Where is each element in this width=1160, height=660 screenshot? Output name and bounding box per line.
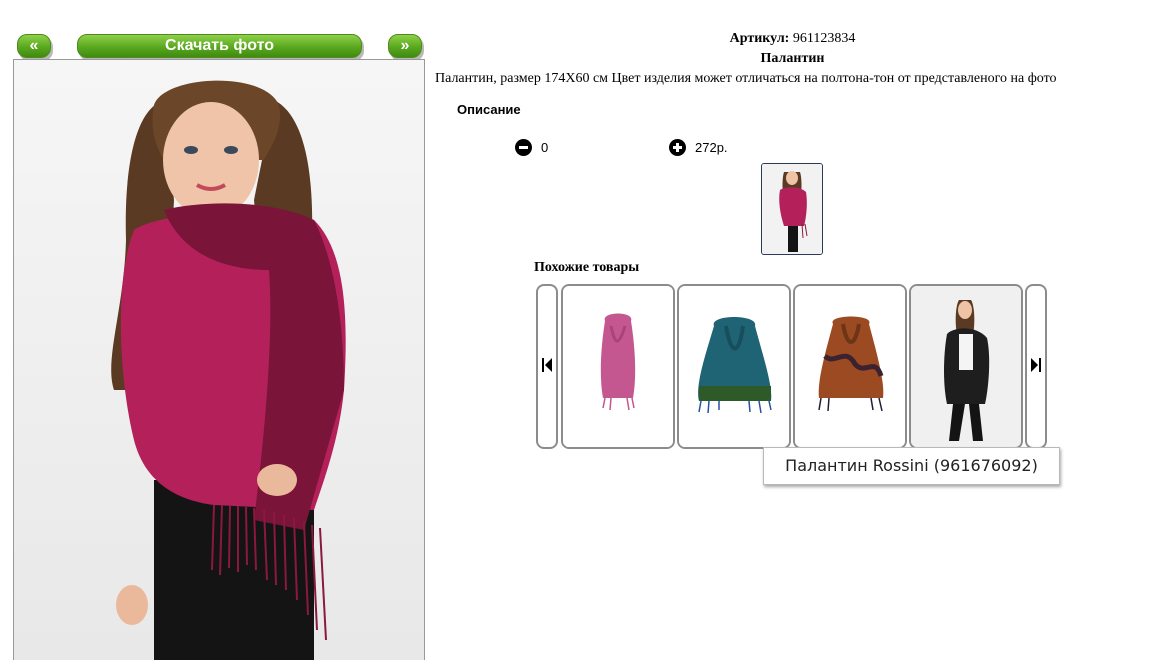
description-header: Описание — [457, 102, 521, 117]
product-name: Палантин — [760, 51, 825, 66]
article-line: Артикул: 961123834 — [620, 31, 965, 47]
brown-scarf-image — [795, 286, 905, 447]
pink-scarf-image — [563, 286, 673, 447]
prev-photo-button[interactable]: « — [17, 34, 51, 58]
similar-products-title: Похожие товары — [534, 260, 640, 275]
skip-back-icon — [542, 358, 552, 372]
article-value: 961123834 — [792, 31, 856, 46]
carousel-prev-button[interactable] — [536, 284, 558, 449]
plus-icon[interactable] — [669, 139, 686, 156]
black-scarf-model-image — [911, 286, 1021, 447]
model-scarf-image — [14, 60, 424, 660]
download-photo-button[interactable]: Скачать фото — [77, 34, 362, 58]
product-description: Палантин, размер 174Х60 см Цвет изделия … — [435, 71, 1057, 86]
minus-icon[interactable] — [515, 139, 532, 156]
similar-product-item[interactable] — [677, 284, 791, 449]
product-tooltip: Палантин Rossini (961676092) — [763, 447, 1060, 485]
similar-product-item[interactable] — [793, 284, 907, 449]
thumbnail-image — [762, 164, 822, 254]
article-label: Артикул: — [729, 31, 790, 46]
main-product-photo — [13, 59, 425, 660]
price-value: 272р. — [695, 140, 728, 155]
similar-product-item[interactable] — [909, 284, 1023, 449]
skip-forward-icon — [1031, 358, 1041, 372]
similar-product-item[interactable] — [561, 284, 675, 449]
next-photo-button[interactable]: » — [388, 34, 422, 58]
quantity-value: 0 — [541, 140, 549, 155]
teal-scarf-image — [679, 286, 789, 447]
carousel-next-button[interactable] — [1025, 284, 1047, 449]
photo-thumbnail[interactable] — [761, 163, 823, 255]
